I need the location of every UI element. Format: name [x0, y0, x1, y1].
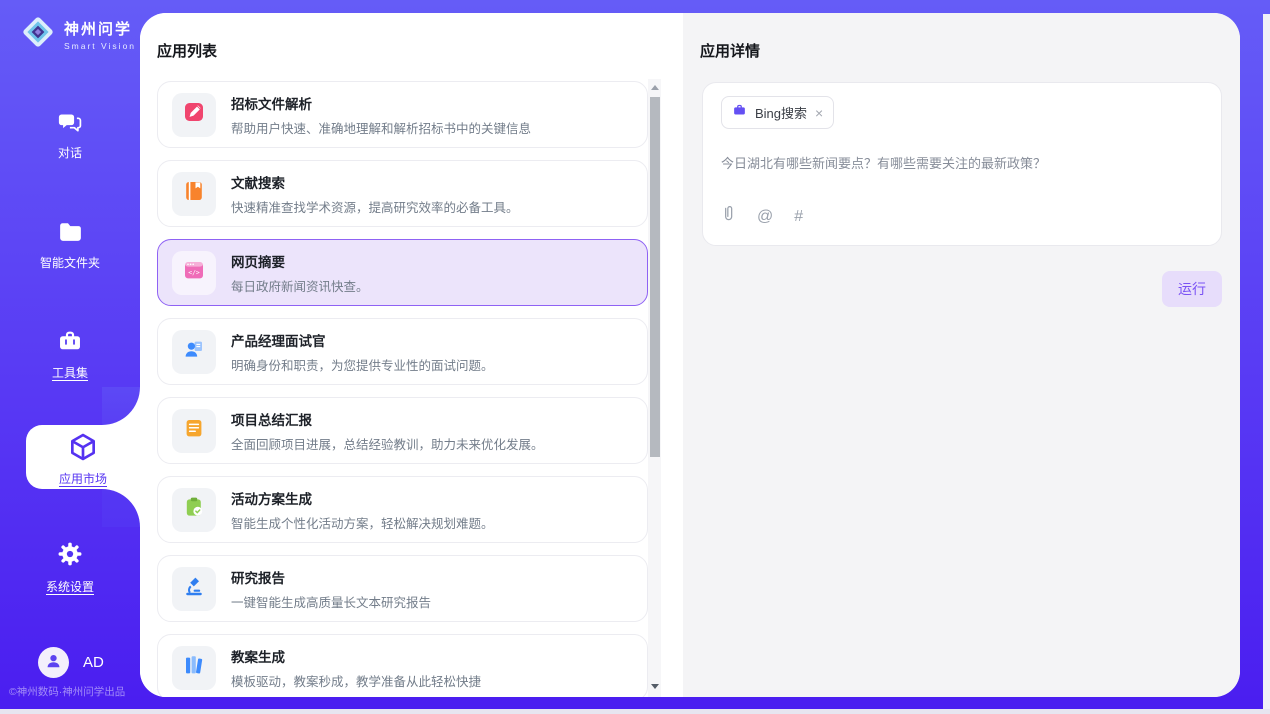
sidebar-item-label: 智能文件夹	[0, 254, 140, 271]
prompt-card: Bing搜索 × 今日湖北有哪些新闻要点？有哪些需要关注的最新政策？ @ #	[702, 82, 1222, 246]
app-list: 招标文件解析 帮助用户快速、准确地理解和解析招标书中的关键信息 文献搜索 快速精…	[157, 81, 648, 697]
composer-toolbar: @ #	[721, 205, 803, 229]
app-list-item[interactable]: 活动方案生成 智能生成个性化活动方案，轻松解决规划难题。	[157, 476, 648, 543]
app-detail-panel: 应用详情 Bing搜索 × 今日湖北有哪些新闻要点？有哪些需要关注的最新政策？	[683, 13, 1240, 697]
app-title: 活动方案生成	[231, 488, 494, 508]
app-description: 快速精准查找学术资源，提高研究效率的必备工具。	[231, 197, 519, 216]
folder-icon	[57, 231, 84, 248]
at-icon[interactable]: @	[757, 208, 773, 226]
active-tab-curve-bottom	[102, 489, 140, 527]
app-description: 每日政府新闻资讯快查。	[231, 276, 369, 295]
window-edge-right	[1263, 14, 1270, 709]
edit-icon	[182, 100, 206, 129]
cube-icon	[67, 450, 99, 467]
app-icon-box	[172, 330, 216, 374]
sidebar-item-settings[interactable]: 系统设置	[0, 540, 140, 595]
svg-text:</>: </>	[188, 269, 200, 277]
app-icon-box	[172, 567, 216, 611]
close-icon[interactable]: ×	[815, 106, 823, 120]
chat-icon	[57, 121, 84, 138]
window-edge-bottom	[0, 709, 1270, 714]
app-icon-box	[172, 488, 216, 532]
briefcase-icon	[732, 103, 747, 122]
scrollbar[interactable]	[648, 79, 661, 697]
sidebar-item-label: 对话	[0, 144, 140, 161]
sidebar-item-smart-folders[interactable]: 智能文件夹	[0, 220, 140, 271]
brand-logo: 神州问学 Smart Vision	[20, 14, 136, 55]
app-icon-box	[172, 409, 216, 453]
books-icon	[182, 653, 206, 682]
app-title: 产品经理面试官	[231, 330, 494, 350]
app-list-title: 应用列表	[157, 40, 217, 61]
user-account[interactable]: AD	[38, 647, 104, 678]
app-title: 项目总结汇报	[231, 409, 544, 429]
app-description: 模板驱动，教案秒成，教学准备从此轻松快捷	[231, 671, 481, 690]
app-title: 招标文件解析	[231, 93, 531, 113]
app-description: 一键智能生成高质量长文本研究报告	[231, 592, 431, 611]
sidebar-item-app-market[interactable]: 应用市场	[26, 425, 140, 489]
toolbox-icon	[56, 341, 84, 358]
run-button[interactable]: 运行	[1162, 271, 1222, 307]
app-description: 智能生成个性化活动方案，轻松解决规划难题。	[231, 513, 494, 532]
sidebar-item-label: 工具集	[0, 364, 140, 381]
app-list-item[interactable]: 研究报告 一键智能生成高质量长文本研究报告	[157, 555, 648, 622]
app-icon-box	[172, 93, 216, 137]
avatar	[38, 647, 69, 678]
gear-icon	[56, 555, 84, 572]
brand-name: 神州问学	[64, 21, 132, 38]
scrollbar-up-arrow-icon[interactable]	[651, 85, 659, 90]
sidebar-item-label: 系统设置	[0, 578, 140, 595]
app-title: 研究报告	[231, 567, 431, 587]
app-title: 教案生成	[231, 646, 481, 666]
app-description: 全面回顾项目进展，总结经验教训，助力未来优化发展。	[231, 434, 544, 453]
app-title: 文献搜索	[231, 172, 519, 192]
person-avatar-icon	[44, 651, 63, 675]
app-list-item[interactable]: 教案生成 模板驱动，教案秒成，教学准备从此轻松快捷	[157, 634, 648, 697]
content-area: 应用列表 招标文件解析 帮助用户快速、准确地理解和解析招标书中的关键信息 文献搜…	[140, 13, 1240, 697]
interviewer-icon	[182, 337, 206, 366]
active-tab-curve-top	[102, 387, 140, 425]
app-list-panel: 应用列表 招标文件解析 帮助用户快速、准确地理解和解析招标书中的关键信息 文献搜…	[140, 13, 683, 697]
tool-tag-bing-search[interactable]: Bing搜索 ×	[721, 96, 834, 129]
query-text[interactable]: 今日湖北有哪些新闻要点？有哪些需要关注的最新政策？	[721, 153, 1203, 172]
hash-icon[interactable]: #	[794, 208, 803, 226]
user-name: AD	[83, 654, 104, 671]
copyright-text: ©神州数码·神州问学出品	[9, 684, 125, 699]
app-title: 网页摘要	[231, 251, 369, 271]
book-icon	[182, 179, 206, 208]
brand-subtitle: Smart Vision	[64, 41, 136, 51]
notepad-icon	[182, 416, 206, 445]
app-list-item[interactable]: 文献搜索 快速精准查找学术资源，提高研究效率的必备工具。	[157, 160, 648, 227]
app-window: 神州问学 Smart Vision 对话 智能文件夹	[0, 0, 1270, 714]
browser-code-icon: </>	[182, 258, 206, 287]
app-description: 明确身份和职责，为您提供专业性的面试问题。	[231, 355, 494, 374]
paperclip-icon[interactable]	[721, 205, 736, 229]
clipboard-check-icon	[182, 495, 206, 524]
tool-tag-label: Bing搜索	[755, 103, 807, 122]
scrollbar-down-arrow-icon[interactable]	[651, 684, 659, 689]
app-icon-box	[172, 646, 216, 690]
app-list-item[interactable]: 招标文件解析 帮助用户快速、准确地理解和解析招标书中的关键信息	[157, 81, 648, 148]
app-icon-box: </>	[172, 251, 216, 295]
app-detail-title: 应用详情	[700, 40, 760, 61]
sidebar-item-label: 应用市场	[26, 470, 140, 487]
sidebar-item-chat[interactable]: 对话	[0, 110, 140, 161]
sidebar-item-toolset[interactable]: 工具集	[0, 328, 140, 381]
app-list-item[interactable]: 项目总结汇报 全面回顾项目进展，总结经验教训，助力未来优化发展。	[157, 397, 648, 464]
app-list-item[interactable]: 产品经理面试官 明确身份和职责，为您提供专业性的面试问题。	[157, 318, 648, 385]
diamond-logo-icon	[20, 14, 56, 55]
scrollbar-thumb[interactable]	[650, 97, 660, 457]
app-icon-box	[172, 172, 216, 216]
microscope-icon	[182, 574, 206, 603]
app-description: 帮助用户快速、准确地理解和解析招标书中的关键信息	[231, 118, 531, 137]
app-list-item[interactable]: </> 网页摘要 每日政府新闻资讯快查。	[157, 239, 648, 306]
sidebar: 神州问学 Smart Vision 对话 智能文件夹	[0, 0, 140, 709]
